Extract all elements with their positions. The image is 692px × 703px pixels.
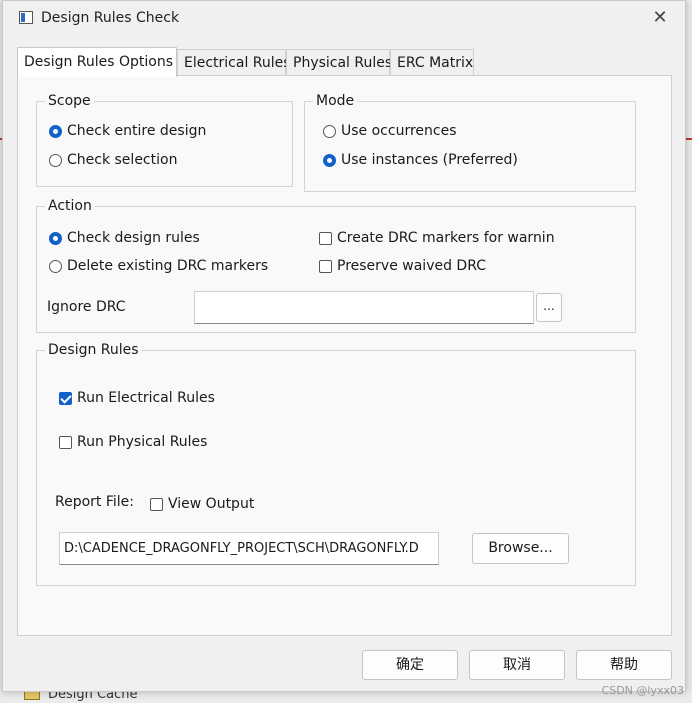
radio-label: Check design rules: [67, 230, 200, 246]
radio-selected-icon: [49, 124, 62, 138]
cancel-button[interactable]: 取消: [469, 650, 565, 680]
radio-label: Use instances (Preferred): [341, 152, 518, 168]
report-file-label: Report File:: [55, 494, 135, 510]
tab-design-rules-options[interactable]: Design Rules Options: [17, 47, 177, 77]
view-output-checkbox[interactable]: View Output: [150, 496, 254, 512]
browse-button[interactable]: Browse...: [472, 533, 569, 564]
run-physical-rules-checkbox[interactable]: Run Physical Rules: [59, 434, 207, 450]
mode-title: Mode: [313, 92, 358, 110]
radio-unselected-icon: [323, 124, 336, 138]
ok-button[interactable]: 确定: [362, 650, 458, 680]
radio-label: Check selection: [67, 152, 178, 168]
title-bar: Design Rules Check ✕: [3, 1, 685, 35]
design-rules-title: Design Rules: [45, 341, 142, 359]
help-button[interactable]: 帮助: [576, 650, 672, 680]
design-rules-check-dialog: Design Rules Check ✕ Design Rules Option…: [2, 0, 686, 692]
radio-label: Check entire design: [67, 123, 207, 139]
mode-group: Mode Use occurrences Use instances (Pref…: [304, 92, 636, 192]
design-rules-group: Design Rules Run Electrical Rules Run Ph…: [36, 341, 636, 586]
checkbox-label: Preserve waived DRC: [337, 258, 487, 274]
app-icon: [19, 11, 33, 24]
checkbox-label: Create DRC markers for warnings: [337, 230, 555, 246]
checkbox-unchecked-icon: [319, 231, 332, 245]
preserve-waived-drc-checkbox[interactable]: Preserve waived DRC: [319, 258, 486, 274]
ignore-drc-label: Ignore DRC: [47, 299, 126, 315]
watermark: CSDN @lyxx03: [601, 684, 684, 697]
checkbox-label: Run Electrical Rules: [77, 390, 215, 406]
checkbox-label: View Output: [168, 496, 255, 512]
scope-group: Scope Check entire design Check selectio…: [36, 92, 293, 187]
radio-selected-icon: [323, 153, 336, 167]
dialog-title: Design Rules Check: [41, 10, 180, 26]
report-file-path-input[interactable]: D:\CADENCE_DRAGONFLY_PROJECT\SCH\DRAGONF…: [59, 532, 439, 565]
action-title: Action: [45, 197, 95, 215]
radio-unselected-icon: [49, 153, 62, 167]
radio-selected-icon: [49, 231, 62, 245]
checkbox-unchecked-icon: [59, 435, 72, 449]
ignore-drc-browse-button[interactable]: ...: [536, 293, 562, 322]
tab-erc-matrix[interactable]: ERC Matrix: [390, 49, 474, 75]
radio-label: Delete existing DRC markers: [67, 258, 269, 274]
checkbox-label: Run Physical Rules: [77, 434, 208, 450]
action-check-design-rules-radio[interactable]: Check design rules: [49, 230, 200, 246]
mode-instances-radio[interactable]: Use instances (Preferred): [323, 152, 518, 168]
checkbox-checked-icon: [59, 391, 72, 405]
scope-entire-design-radio[interactable]: Check entire design: [49, 123, 206, 139]
run-electrical-rules-checkbox[interactable]: Run Electrical Rules: [59, 390, 215, 406]
design-rules-options-panel: Scope Check entire design Check selectio…: [17, 75, 672, 636]
scope-title: Scope: [45, 92, 94, 110]
scope-selection-radio[interactable]: Check selection: [49, 152, 177, 168]
create-drc-warnings-checkbox[interactable]: Create DRC markers for warnings: [319, 230, 555, 246]
action-group: Action Check design rules Delete existin…: [36, 197, 636, 333]
tab-physical-rules[interactable]: Physical Rules: [286, 49, 392, 75]
action-delete-drc-markers-radio[interactable]: Delete existing DRC markers: [49, 258, 268, 274]
checkbox-unchecked-icon: [319, 259, 332, 273]
radio-label: Use occurrences: [341, 123, 457, 139]
mode-occurrences-radio[interactable]: Use occurrences: [323, 123, 457, 139]
checkbox-unchecked-icon: [150, 497, 163, 511]
ignore-drc-input[interactable]: [194, 291, 534, 324]
close-icon[interactable]: ✕: [649, 7, 671, 29]
radio-unselected-icon: [49, 259, 62, 273]
tab-electrical-rules[interactable]: Electrical Rules: [177, 49, 291, 75]
